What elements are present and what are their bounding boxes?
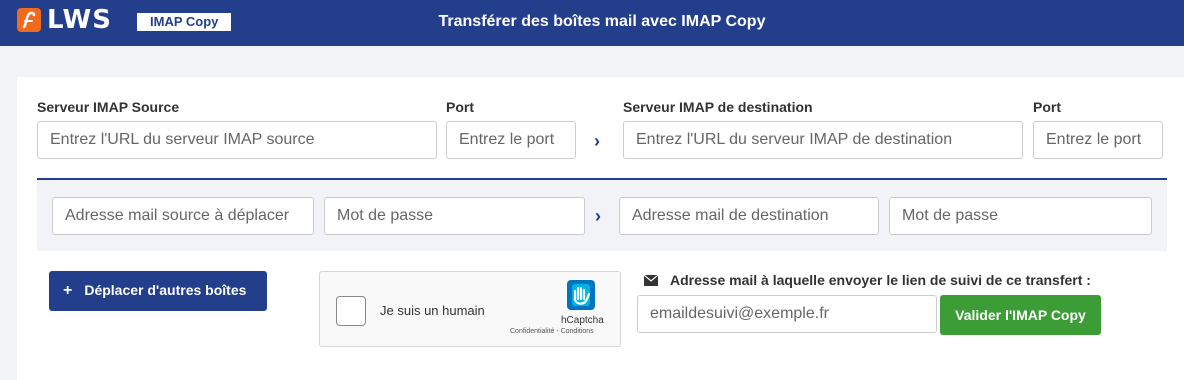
source-server-label: Serveur IMAP Source xyxy=(37,99,180,115)
follow-email-label: Adresse mail à laquelle envoyer le lien … xyxy=(644,272,1091,288)
follow-email-input[interactable] xyxy=(637,295,937,333)
dest-server-label: Serveur IMAP de destination xyxy=(623,99,813,115)
chevron-right-icon: › xyxy=(595,206,601,226)
dest-server-input[interactable] xyxy=(623,121,1023,159)
source-email-input[interactable] xyxy=(52,197,314,235)
plus-icon: + xyxy=(63,282,73,299)
source-password-input[interactable] xyxy=(324,197,585,235)
top-bar: LWS IMAP Copy Transférer des boîtes mail… xyxy=(0,0,1184,46)
validate-imap-copy-button[interactable]: Valider l'IMAP Copy xyxy=(940,295,1101,335)
source-port-label: Port xyxy=(446,99,474,115)
dest-port-label: Port xyxy=(1033,99,1061,115)
captcha-links[interactable]: Confidentialité - Conditions xyxy=(510,328,594,335)
hcaptcha-brand: hCaptcha xyxy=(561,315,604,326)
chevron-right-icon: › xyxy=(594,131,600,151)
hcaptcha-hand-icon xyxy=(567,280,595,310)
add-mailboxes-label: Déplacer d'autres boîtes xyxy=(84,282,247,298)
dest-email-input[interactable] xyxy=(619,197,879,235)
captcha-checkbox[interactable] xyxy=(336,296,366,326)
source-server-input[interactable] xyxy=(37,121,437,159)
source-port-input[interactable] xyxy=(446,121,576,159)
envelope-icon xyxy=(644,274,658,286)
page-title: Transférer des boîtes mail avec IMAP Cop… xyxy=(438,13,766,30)
dest-password-input[interactable] xyxy=(889,197,1152,235)
add-mailboxes-button[interactable]: + Déplacer d'autres boîtes xyxy=(49,271,267,311)
follow-email-label-text: Adresse mail à laquelle envoyer le lien … xyxy=(670,272,1091,288)
captcha-label: Je suis un humain xyxy=(380,303,485,318)
hcaptcha-widget: Je suis un humain hCaptcha Confidentiali… xyxy=(319,271,621,347)
dest-port-input[interactable] xyxy=(1033,121,1163,159)
